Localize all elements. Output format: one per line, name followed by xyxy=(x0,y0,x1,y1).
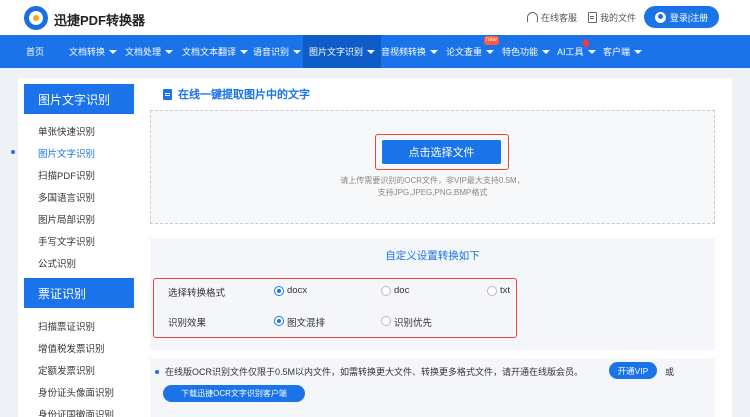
notice-bullet xyxy=(155,370,159,374)
open-vip-button[interactable]: 开通VIP xyxy=(609,362,657,379)
brand-name[interactable]: 迅捷PDF转换器 xyxy=(54,10,145,29)
nav-speech-label: 语音识别 xyxy=(253,47,290,57)
chevron-down-icon xyxy=(587,49,596,54)
upload-dropzone[interactable]: 点击选择文件 请上传需要识别的OCR文件，非VIP最大支持0.5M， 支持JPG… xyxy=(150,110,715,224)
radio-txt-label[interactable]: txt xyxy=(500,285,510,296)
active-item-dot xyxy=(11,150,15,154)
online-service-label: 在线客服 xyxy=(541,13,578,23)
chevron-down-icon xyxy=(486,49,495,54)
upload-highlight-frame: 点击选择文件 xyxy=(375,134,509,170)
radio-doc-label[interactable]: doc xyxy=(394,285,409,296)
sidebar-heading-tickets[interactable]: 票证识别 xyxy=(24,278,134,308)
nav-doc-convert-label: 文档转换 xyxy=(69,47,106,57)
radio-mixed-layout-label[interactable]: 图文混排 xyxy=(287,315,325,329)
chevron-down-icon xyxy=(240,49,249,54)
chevron-down-icon xyxy=(430,49,439,54)
sidebar-item-id-back[interactable]: 身份证国徽面识别 xyxy=(38,407,114,417)
chevron-down-icon xyxy=(542,49,551,54)
radio-doc[interactable] xyxy=(381,286,391,296)
select-file-button[interactable]: 点击选择文件 xyxy=(382,140,501,164)
sidebar-heading-image-ocr[interactable]: 图片文字识别 xyxy=(24,84,134,114)
sidebar-item-id-front[interactable]: 身份证头像面识别 xyxy=(38,385,114,399)
sidebar-item-formula[interactable]: 公式识别 xyxy=(38,256,76,270)
notice-or-text: 或 xyxy=(665,367,675,377)
sidebar-item-handwriting[interactable]: 手写文字识别 xyxy=(38,234,95,248)
radio-docx-label[interactable]: docx xyxy=(287,285,307,296)
nav-ai-tools-label: AI工具 xyxy=(557,47,584,57)
nav-doc-translate-label: 文档文本翻译 xyxy=(182,47,237,57)
nav-features-label: 特色功能 xyxy=(502,47,539,57)
nav-paper-check-label: 论文查重 xyxy=(446,47,483,57)
nav-client-label: 客户端 xyxy=(603,47,631,57)
sidebar: 图片文字识别 单张快速识别 图片文字识别 扫描PDF识别 多国语言识别 图片局部… xyxy=(18,78,140,417)
notice-panel: 在线版OCR识别文件仅限于0.5M以内文件，如需转换更大文件、转换更多格式文件，… xyxy=(150,358,715,417)
nav-doc-process[interactable]: 文档处理 xyxy=(125,35,174,68)
nav-av-convert[interactable]: 音视频转换 xyxy=(381,35,439,68)
nav-av-convert-label: 音视频转换 xyxy=(381,47,427,57)
notice-text: 在线版OCR识别文件仅限于0.5M以内文件，如需转换更大文件、转换更多格式文件，… xyxy=(165,367,584,377)
chevron-down-icon xyxy=(109,49,118,54)
sidebar-item-scan-ticket[interactable]: 扫描票证识别 xyxy=(38,319,95,333)
chevron-down-icon xyxy=(634,49,643,54)
main-panel: 在线一键提取图片中的文字 点击选择文件 请上传需要识别的OCR文件，非VIP最大… xyxy=(140,78,732,417)
nav-doc-convert[interactable]: 文档转换 xyxy=(69,35,118,68)
document-icon xyxy=(163,88,172,100)
nav-speech-recognition[interactable]: 语音识别 xyxy=(253,35,302,68)
settings-title: 自定义设置转换如下 xyxy=(385,250,480,262)
sidebar-item-scan-pdf[interactable]: 扫描PDF识别 xyxy=(38,168,95,182)
chevron-down-icon xyxy=(293,49,302,54)
online-service-link[interactable]: 在线客服 xyxy=(527,11,577,24)
my-files-label: 我的文件 xyxy=(600,13,637,23)
chevron-down-icon xyxy=(165,49,174,54)
sidebar-item-fixed-invoice[interactable]: 定额发票识别 xyxy=(38,363,95,377)
sidebar-item-multilingual[interactable]: 多国语言识别 xyxy=(38,190,95,204)
nav-image-ocr-label: 图片文字识别 xyxy=(309,47,364,57)
sidebar-item-image-ocr[interactable]: 图片文字识别 xyxy=(38,146,95,160)
radio-recognition-first[interactable] xyxy=(381,316,391,326)
page-title-text: 在线一键提取图片中的文字 xyxy=(178,89,310,101)
login-register-button[interactable]: 登录|注册 xyxy=(644,6,719,28)
upload-hint-line1: 请上传需要识别的OCR文件，非VIP最大支持0.5M， xyxy=(340,176,525,185)
user-icon xyxy=(654,11,666,23)
nav-client[interactable]: 客户端 xyxy=(603,35,643,68)
radio-docx[interactable] xyxy=(274,286,284,296)
main-nav: 首页 文档转换 文档处理 文档文本翻译 语音识别 图片文字识别 音视频转换 论文… xyxy=(0,35,750,68)
radio-recognition-first-label[interactable]: 识别优先 xyxy=(394,315,432,329)
sidebar-item-partial[interactable]: 图片局部识别 xyxy=(38,212,95,226)
format-label: 选择转换格式 xyxy=(168,288,226,299)
nav-features[interactable]: 特色功能 xyxy=(502,35,551,68)
nav-doc-translate[interactable]: 文档文本翻译 xyxy=(182,35,249,68)
nav-doc-process-label: 文档处理 xyxy=(125,47,162,57)
file-icon xyxy=(588,12,597,23)
radio-txt[interactable] xyxy=(487,286,497,296)
headset-icon xyxy=(527,12,538,23)
login-register-label: 登录|注册 xyxy=(669,12,709,23)
my-files-link[interactable]: 我的文件 xyxy=(588,11,636,24)
sidebar-item-single-quick[interactable]: 单张快速识别 xyxy=(38,124,95,138)
new-badge: new xyxy=(484,36,500,45)
radio-mixed-layout[interactable] xyxy=(274,316,284,326)
nav-home[interactable]: 首页 xyxy=(26,35,44,68)
nav-home-label: 首页 xyxy=(26,47,45,57)
effect-label: 识别效果 xyxy=(168,318,207,329)
upload-hint-line2: 支持JPG,JPEG,PNG,BMP格式 xyxy=(377,188,488,197)
nav-image-ocr[interactable]: 图片文字识别 xyxy=(303,35,382,68)
brand-logo-icon[interactable] xyxy=(24,6,48,30)
arrow-stem xyxy=(585,44,587,48)
top-header: 迅捷PDF转换器 在线客服 我的文件 登录|注册 xyxy=(0,0,750,35)
sidebar-item-vat-invoice[interactable]: 增值税发票识别 xyxy=(38,341,105,355)
settings-panel: 自定义设置转换如下 选择转换格式 docx doc txt 识别效果 图文混排 … xyxy=(150,238,715,350)
page-title: 在线一键提取图片中的文字 xyxy=(163,86,310,102)
download-client-button[interactable]: 下载迅捷OCR文字识别客户端 xyxy=(163,385,305,402)
chevron-down-icon xyxy=(367,49,376,54)
